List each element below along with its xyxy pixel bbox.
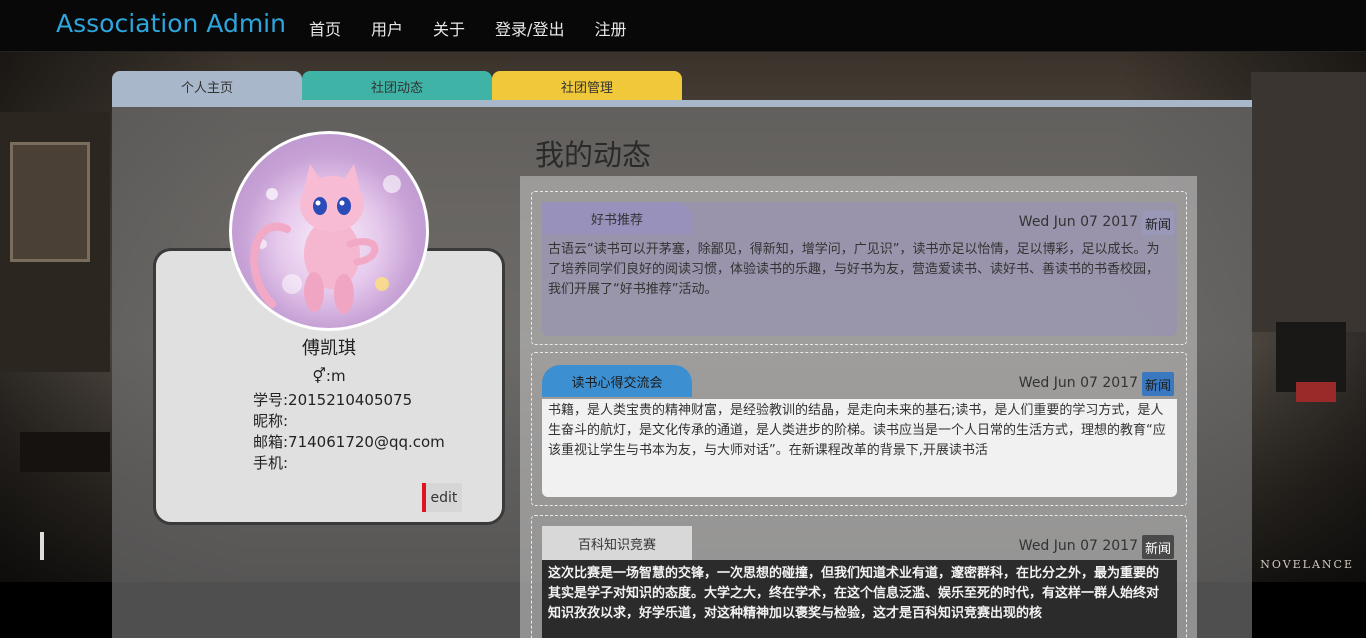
profile-student-id: 学号:2015210405075	[253, 391, 413, 409]
edit-profile-button[interactable]: edit	[422, 483, 462, 512]
post-news-tag: 新闻	[1141, 535, 1174, 559]
post-date: Wed Jun 07 2017	[1018, 538, 1138, 554]
post-text: 书籍，是人类宝贵的精神财富，是经验教训的结晶，是走向未来的基石;读书，是人们重要…	[548, 403, 1166, 458]
tab-personal-home[interactable]: 个人主页	[112, 71, 302, 101]
tab-club-management[interactable]: 社团管理	[492, 71, 682, 101]
nav-link-login-logout[interactable]: 登录/登出	[495, 16, 564, 40]
post-date: Wed Jun 07 2017	[1018, 214, 1138, 230]
nav-links: 首页 用户 关于 登录/登出 注册	[309, 16, 656, 40]
background-wall-right	[1251, 72, 1366, 332]
post-text: 古语云“读书可以开茅塞，除鄙见，得新知，增学问，广见识”，读书亦足以怡情，足以博…	[548, 242, 1160, 297]
profile-info: 学号:2015210405075 昵称: 邮箱:714061720@qq.com…	[253, 390, 445, 474]
nav-link-about[interactable]: 关于	[433, 16, 465, 40]
nav-link-home[interactable]: 首页	[309, 16, 341, 40]
post-category-label: 读书心得交流会	[542, 365, 692, 397]
post-news-tag: 新闻	[1141, 211, 1174, 235]
tab-club-activity[interactable]: 社团动态	[302, 71, 492, 101]
feed-post[interactable]: 读书心得交流会 Wed Jun 07 2017 新闻 书籍，是人类宝贵的精神财富…	[531, 352, 1187, 506]
page-tabs: 个人主页 社团动态 社团管理	[112, 71, 682, 101]
profile-name: 傅凯琪	[302, 338, 356, 359]
post-category-label: 百科知识竞赛	[542, 526, 692, 560]
background-frame	[10, 142, 90, 262]
nav-link-register[interactable]: 注册	[594, 16, 626, 40]
profile-nickname: 昵称:	[253, 412, 289, 430]
nav-link-users[interactable]: 用户	[371, 16, 403, 40]
pink-cat-avatar-icon	[250, 164, 401, 314]
top-navbar: Association Admin 首页 用户 关于 登录/登出 注册	[0, 0, 1366, 52]
post-news-tag: 新闻	[1141, 372, 1174, 396]
background-object	[20, 432, 110, 472]
background-watermark: NOVELANCE	[1260, 558, 1354, 571]
feed-title: 我的动态	[535, 138, 652, 172]
profile-phone: 手机:	[253, 454, 289, 472]
feed-post[interactable]: 好书推荐 Wed Jun 07 2017 新闻 古语云“读书可以开茅塞，除鄙见，…	[531, 191, 1187, 345]
post-text: 这次比赛是一场智慧的交锋，一次思想的碰撞，但我们知道术业有道，邃密群科，在比分之…	[548, 566, 1160, 621]
profile-gender: ⚥:m	[312, 367, 346, 385]
brand-link[interactable]: Association Admin	[56, 9, 286, 38]
profile-email: 邮箱:714061720@qq.com	[253, 433, 445, 451]
post-category-label: 好书推荐	[542, 202, 692, 234]
panel-top-strip	[112, 100, 1252, 107]
background-light	[40, 532, 44, 560]
post-date: Wed Jun 07 2017	[1018, 375, 1138, 391]
avatar	[229, 131, 429, 331]
background-red-object	[1296, 382, 1336, 402]
feed-post[interactable]: 百科知识竞赛 Wed Jun 07 2017 新闻 这次比赛是一场智慧的交锋，一…	[531, 515, 1187, 638]
